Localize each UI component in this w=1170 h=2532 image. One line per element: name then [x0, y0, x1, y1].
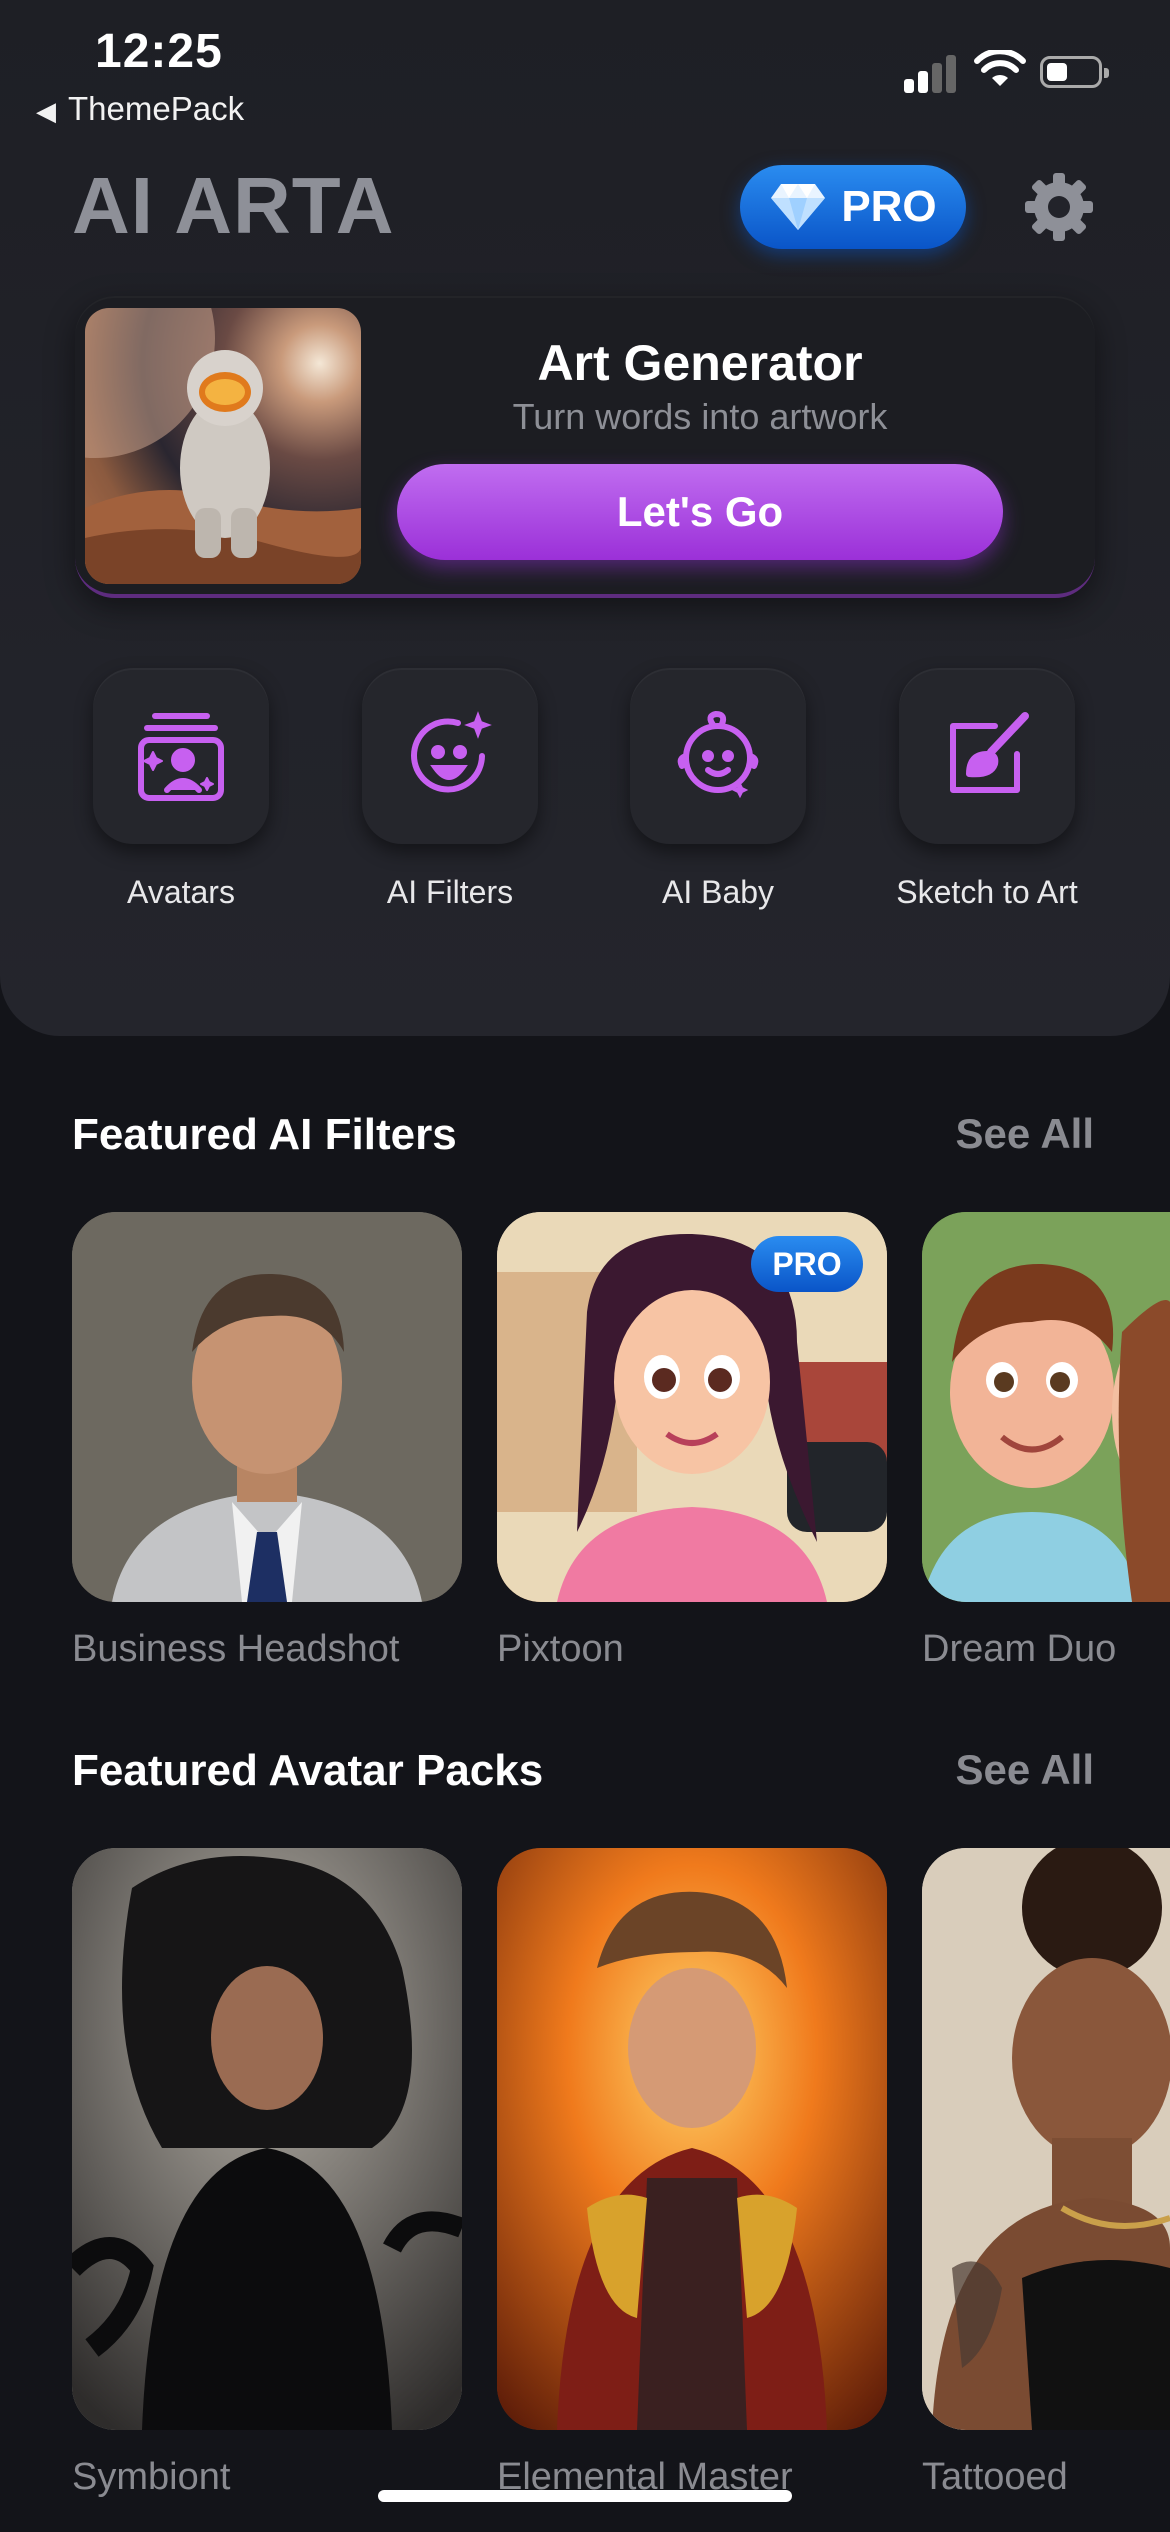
- feature-label: AI Baby: [661, 874, 775, 910]
- filter-label: Dream Duo: [922, 1628, 1117, 1670]
- filter-thumb-dream-duo[interactable]: [922, 1212, 1170, 1602]
- back-triangle-icon: ◀: [36, 96, 56, 126]
- feature-avatars[interactable]: Avatars: [51, 668, 311, 910]
- app-title: AI ARTA: [72, 161, 395, 250]
- feature-tile[interactable]: [362, 668, 538, 844]
- sketch-to-art-icon: [950, 712, 1029, 793]
- avatar-packs-see-all-link[interactable]: See All: [955, 1746, 1094, 1794]
- battery-icon: [1040, 56, 1109, 88]
- filter-thumb-pixtoon[interactable]: PRO: [497, 1212, 887, 1602]
- avatar-pack-label: Symbiont: [72, 2456, 231, 2498]
- ai-filters-icon: [411, 711, 492, 793]
- feature-label: Avatars: [127, 874, 235, 910]
- pro-upgrade-button[interactable]: PRO: [740, 165, 966, 249]
- filter-thumb-business-headshot[interactable]: [72, 1212, 462, 1602]
- ai-baby-icon: [677, 710, 759, 799]
- avatar-pack-label: Tattooed: [922, 2456, 1068, 2498]
- diamond-icon: [771, 184, 826, 230]
- status-bar: 12:25 ◀ ThemePack: [0, 0, 1170, 140]
- feature-label: AI Filters: [386, 874, 514, 910]
- pro-label: PRO: [841, 182, 937, 231]
- art-generator-title: Art Generator: [537, 335, 863, 391]
- filters-see-all-link[interactable]: See All: [955, 1110, 1094, 1158]
- feature-tile[interactable]: [899, 668, 1075, 844]
- avatars-icon: [138, 713, 224, 801]
- art-generator-subtitle: Turn words into artwork: [512, 396, 888, 437]
- status-time: 12:25: [95, 25, 223, 78]
- avatar-pack-thumb-elemental-master[interactable]: [497, 1848, 887, 2430]
- feature-ai-baby[interactable]: AI Baby: [588, 668, 848, 910]
- feature-tile[interactable]: [630, 668, 806, 844]
- back-app-label: ThemePack: [68, 90, 245, 127]
- filter-label: Pixtoon: [497, 1628, 624, 1670]
- astronaut-image: [85, 308, 361, 584]
- avatar-pack-thumb-tattooed[interactable]: [922, 1848, 1170, 2430]
- feature-sketch-to-art[interactable]: Sketch to Art: [857, 668, 1117, 910]
- wifi-icon: [974, 50, 1026, 86]
- featured-filters-title: Featured AI Filters: [72, 1110, 457, 1159]
- feature-ai-filters[interactable]: AI Filters: [320, 668, 580, 910]
- feature-label: Sketch to Art: [896, 874, 1078, 910]
- settings-gear-icon[interactable]: [1024, 172, 1094, 242]
- feature-tile[interactable]: [93, 668, 269, 844]
- back-to-app-link[interactable]: ◀ ThemePack: [36, 90, 244, 128]
- lets-go-button[interactable]: Let's Go: [397, 464, 1003, 560]
- pro-badge: PRO: [751, 1236, 863, 1292]
- cellular-signal-icon: [904, 53, 958, 93]
- avatar-pack-thumb-symbiont[interactable]: [72, 1848, 462, 2430]
- home-indicator[interactable]: [378, 2490, 792, 2502]
- featured-avatar-packs-title: Featured Avatar Packs: [72, 1746, 544, 1795]
- art-generator-card[interactable]: Art Generator Turn words into artwork Le…: [75, 296, 1095, 598]
- filter-label: Business Headshot: [72, 1628, 400, 1670]
